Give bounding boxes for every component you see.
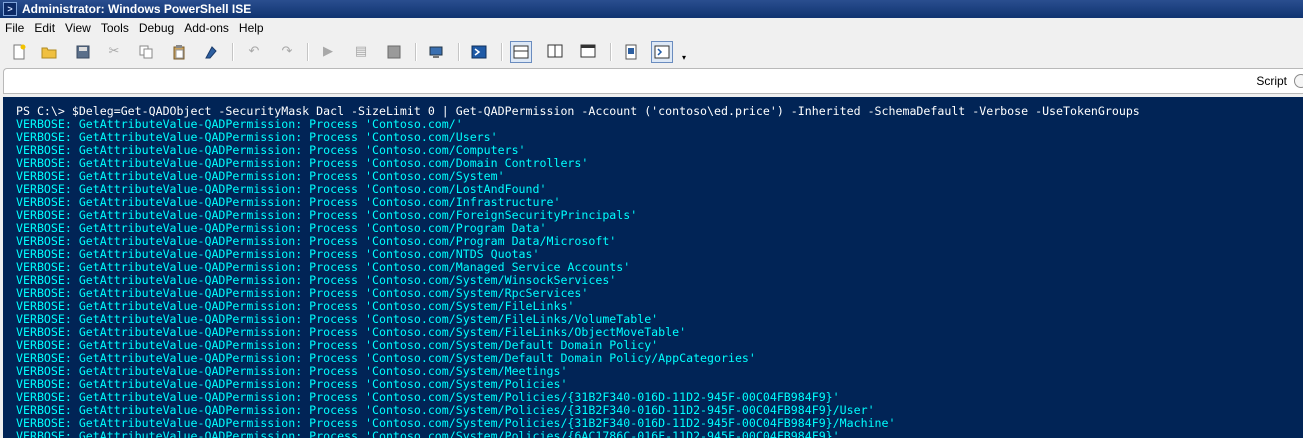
toolbar-separator	[458, 43, 460, 61]
console-output: PS C:\> $Deleg=Get-QADObject -SecurityMa…	[16, 105, 1140, 438]
menu-bar: File Edit View Tools Debug Add-ons Help	[0, 18, 1303, 38]
console-verbose-line: VERBOSE: GetAttributeValue-QADPermission…	[16, 429, 840, 438]
save-icon[interactable]	[72, 41, 94, 63]
console-pane[interactable]: PS C:\> $Deleg=Get-QADObject -SecurityMa…	[3, 97, 1303, 438]
toolbar: ✂ ↶ ↷ ▶ ▤ ▾	[0, 38, 1303, 66]
layout-top-icon[interactable]	[510, 41, 532, 63]
clear-console-icon[interactable]	[200, 41, 222, 63]
paste-icon[interactable]	[168, 41, 190, 63]
menu-file[interactable]: File	[0, 18, 29, 38]
toolbar-separator	[232, 43, 234, 61]
redo-icon[interactable]: ↷	[276, 41, 298, 63]
undo-icon[interactable]: ↶	[243, 41, 265, 63]
remote-powershell-icon[interactable]	[425, 41, 447, 63]
toolbar-separator	[307, 43, 309, 61]
toolbar-separator	[501, 43, 503, 61]
powershell-icon[interactable]	[468, 41, 490, 63]
menu-view[interactable]: View	[60, 18, 96, 38]
window-title: Administrator: Windows PowerShell ISE	[22, 2, 252, 16]
script-pane-header: Script	[3, 68, 1303, 94]
layout-right-icon[interactable]	[544, 41, 566, 63]
menu-add-ons[interactable]: Add-ons	[179, 18, 234, 38]
toolbar-separator	[610, 43, 612, 61]
menu-tools[interactable]: Tools	[96, 18, 134, 38]
layout-maximized-icon[interactable]	[577, 41, 599, 63]
open-icon[interactable]	[38, 41, 60, 63]
menu-debug[interactable]: Debug	[134, 18, 179, 38]
expand-script-pane-icon[interactable]	[1294, 74, 1303, 88]
powershell-app-icon: >	[3, 2, 17, 16]
copy-icon[interactable]	[135, 41, 157, 63]
menu-help[interactable]: Help	[234, 18, 269, 38]
cut-icon[interactable]: ✂	[103, 41, 125, 63]
stop-icon[interactable]	[383, 41, 405, 63]
title-bar: > Administrator: Windows PowerShell ISE	[0, 0, 1303, 18]
menu-edit[interactable]: Edit	[29, 18, 60, 38]
run-selection-icon[interactable]: ▤	[350, 41, 372, 63]
new-icon[interactable]	[8, 41, 30, 63]
show-script-pane-icon[interactable]	[620, 41, 642, 63]
show-commands-icon[interactable]	[651, 41, 673, 63]
overflow-icon[interactable]: ▾	[678, 47, 690, 69]
script-pane-label[interactable]: Script	[1256, 69, 1287, 94]
toolbar-separator	[415, 43, 417, 61]
run-icon[interactable]: ▶	[317, 41, 339, 63]
